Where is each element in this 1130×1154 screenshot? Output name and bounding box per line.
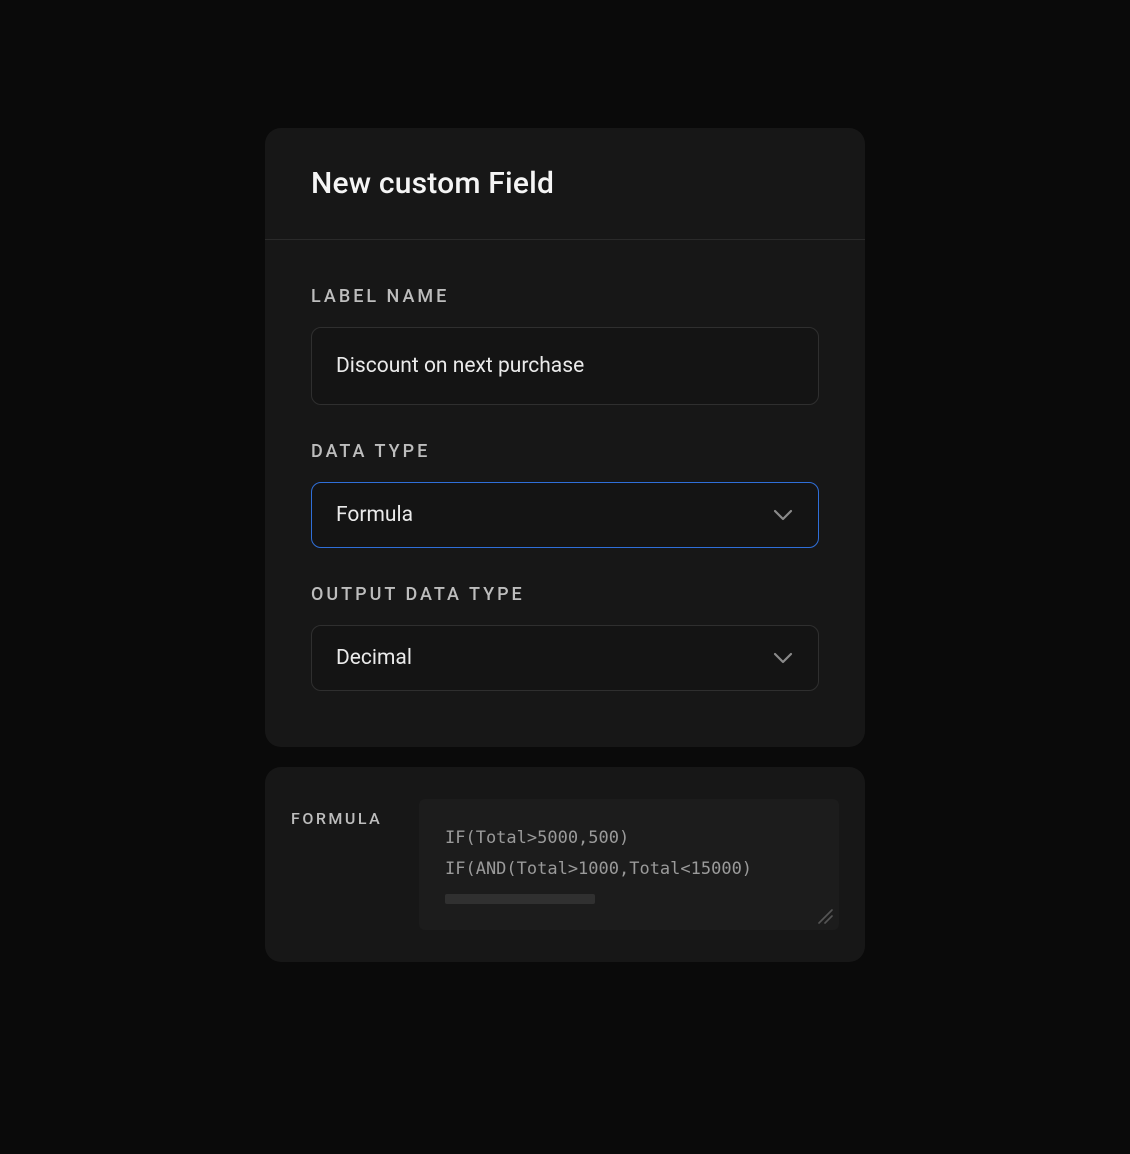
- label-name-label: LABEL NAME: [311, 286, 819, 307]
- chevron-down-icon: [772, 647, 794, 669]
- formula-line: IF(AND(Total>1000,Total<15000): [445, 854, 813, 885]
- output-data-type-select[interactable]: Decimal: [311, 625, 819, 691]
- formula-label: FORMULA: [291, 799, 391, 828]
- new-custom-field-dialog: New custom Field LABEL NAME DATA TYPE Fo…: [265, 128, 865, 747]
- data-type-label: DATA TYPE: [311, 441, 819, 462]
- data-type-select[interactable]: Formula: [311, 482, 819, 548]
- dialog-title: New custom Field: [311, 166, 819, 201]
- chevron-down-icon: [772, 504, 794, 526]
- label-name-group: LABEL NAME: [311, 286, 819, 405]
- formula-cursor-placeholder: [445, 894, 595, 904]
- output-data-type-value: Decimal: [336, 646, 412, 670]
- dialog-body: LABEL NAME DATA TYPE Formula OUTPUT DATA…: [265, 240, 865, 747]
- resize-handle-icon[interactable]: [815, 906, 833, 924]
- dialog-header: New custom Field: [265, 128, 865, 240]
- output-data-type-group: OUTPUT DATA TYPE Decimal: [311, 584, 819, 691]
- output-data-type-label: OUTPUT DATA TYPE: [311, 584, 819, 605]
- data-type-value: Formula: [336, 503, 413, 527]
- formula-line: IF(Total>5000,500): [445, 823, 813, 854]
- data-type-group: DATA TYPE Formula: [311, 441, 819, 548]
- formula-editor[interactable]: IF(Total>5000,500) IF(AND(Total>1000,Tot…: [419, 799, 839, 930]
- label-name-input[interactable]: [311, 327, 819, 405]
- formula-section: FORMULA IF(Total>5000,500) IF(AND(Total>…: [265, 767, 865, 962]
